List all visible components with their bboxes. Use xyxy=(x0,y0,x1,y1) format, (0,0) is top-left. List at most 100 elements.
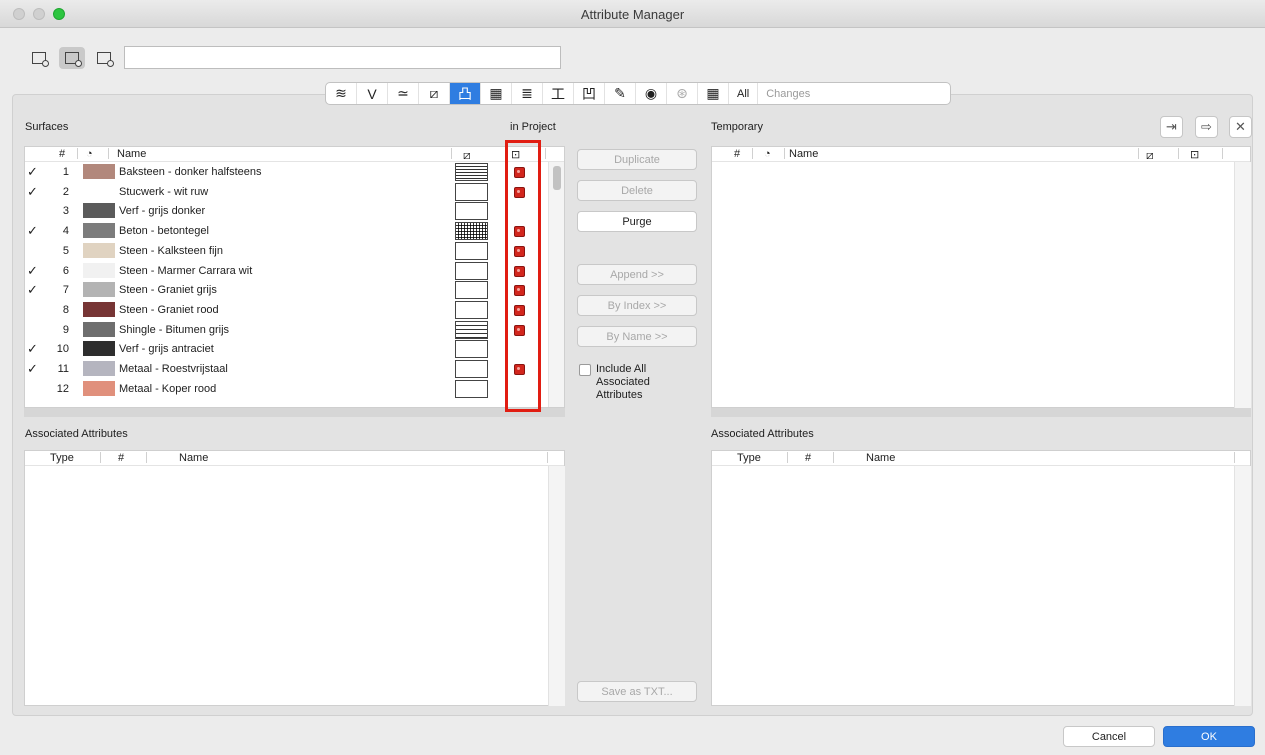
window-title: Attribute Manager xyxy=(580,7,685,22)
tab-surface[interactable]: 凸 xyxy=(450,83,481,104)
save-file-button[interactable]: ⇨ xyxy=(1195,116,1218,138)
tab-link[interactable]: ⊛ xyxy=(667,83,698,104)
single-list-view-button[interactable] xyxy=(26,47,52,69)
title-bar: Attribute Manager xyxy=(0,0,1265,28)
tab-profile[interactable]: 工 xyxy=(543,83,574,104)
assoc-name-column-header[interactable]: Name xyxy=(179,452,208,464)
delete-button[interactable]: Delete xyxy=(577,180,697,201)
table-row[interactable]: ✓ 10 Verf - grijs antraciet xyxy=(25,339,553,359)
tab-zone[interactable]: 凹 xyxy=(574,83,605,104)
row-check-mark[interactable]: ✓ xyxy=(27,361,38,377)
table-row[interactable]: ✓ 1 Baksteen - donker halfsteens xyxy=(25,162,553,182)
surfaces-list[interactable]: # ◔ Name ⧄ ⊡ ✓ 1 Baksteen - donker halfste… xyxy=(24,146,565,408)
by-index-button[interactable]: By Index >> xyxy=(577,295,697,316)
assoc-index-column-header[interactable]: # xyxy=(118,452,124,464)
temp-index-column-header[interactable]: # xyxy=(734,148,740,160)
cancel-button[interactable]: Cancel xyxy=(1063,726,1155,747)
save-as-txt-button[interactable]: Save as TXT... xyxy=(577,681,697,702)
surface-name: Steen - Graniet grijs xyxy=(119,284,217,297)
name-column-header[interactable]: Name xyxy=(117,148,146,160)
table-row[interactable]: ✓ 11 Metaal - Roestvrijstaal xyxy=(25,359,553,379)
right-associated-scrollbar[interactable] xyxy=(1234,466,1251,706)
single-view-icon xyxy=(32,52,49,67)
duplicate-button[interactable]: Duplicate xyxy=(577,149,697,170)
temp-in-project-column-icon[interactable]: ⊡ xyxy=(1190,148,1199,161)
table-row[interactable]: ✓ 2 Stucwerk - wit ruw xyxy=(25,182,553,202)
open-file-button[interactable]: ⇥ xyxy=(1160,116,1183,138)
surfaces-title: Surfaces xyxy=(25,121,69,133)
by-name-button[interactable]: By Name >> xyxy=(577,326,697,347)
row-check-mark[interactable]: ✓ xyxy=(27,223,38,239)
row-check-mark[interactable]: ✓ xyxy=(27,184,38,200)
surface-name: Metaal - Koper rood xyxy=(119,382,217,395)
surfaces-scroll-thumb[interactable] xyxy=(553,166,561,190)
dual-list-view-button[interactable] xyxy=(59,47,85,69)
right-assoc-index-column-header[interactable]: # xyxy=(805,452,811,464)
table-row[interactable]: 3 Verf - grijs donker xyxy=(25,201,553,221)
right-assoc-type-column-header[interactable]: Type xyxy=(737,452,761,464)
surfaces-horizontal-scrollbar[interactable] xyxy=(24,408,565,417)
tab-composite[interactable]: ≣ xyxy=(512,83,543,104)
surface-icon: 凸 xyxy=(458,85,472,102)
append-button[interactable]: Append >> xyxy=(577,264,697,285)
ok-button[interactable]: OK xyxy=(1163,726,1255,747)
temp-color-column-header[interactable]: ◔ xyxy=(764,148,771,160)
table-row[interactable]: ✓ 7 Steen - Graniet grijs xyxy=(25,280,553,300)
tab-building-material[interactable]: ▦ xyxy=(481,83,512,104)
tab-fill[interactable]: ⧄ xyxy=(419,83,450,104)
left-associated-header: Type # Name xyxy=(25,451,564,466)
include-all-checkbox[interactable] xyxy=(579,364,591,376)
temporary-list[interactable]: # ◔ Name ⧄ ⊡ xyxy=(711,146,1251,408)
temp-name-column-header[interactable]: Name xyxy=(789,148,818,160)
tab-line-type[interactable]: ≃ xyxy=(388,83,419,104)
surface-color-swatch xyxy=(83,203,115,219)
surface-color-swatch xyxy=(83,282,115,298)
right-associated-header: Type # Name xyxy=(712,451,1250,466)
table-row[interactable]: 5 Steen - Kalksteen fijn xyxy=(25,241,553,261)
temporary-view-button[interactable] xyxy=(91,47,117,69)
table-row[interactable]: 8 Steen - Graniet rood xyxy=(25,300,553,320)
surfaces-list-header: # ◔ Name ⧄ ⊡ xyxy=(25,147,564,162)
surface-color-swatch xyxy=(83,321,115,337)
composite-icon: ≣ xyxy=(521,85,533,101)
right-associated-list[interactable]: Type # Name xyxy=(711,450,1251,706)
row-index: 8 xyxy=(62,303,69,316)
surfaces-scrollbar[interactable] xyxy=(548,162,564,407)
purge-button[interactable]: Purge xyxy=(577,211,697,232)
search-input[interactable] xyxy=(124,46,561,69)
surface-color-swatch xyxy=(83,242,115,258)
tab-changes[interactable]: Changes xyxy=(758,83,818,104)
right-assoc-name-column-header[interactable]: Name xyxy=(866,452,895,464)
tab-mep[interactable]: ✎ xyxy=(605,83,636,104)
left-associated-scrollbar[interactable] xyxy=(548,466,565,706)
tab-pen[interactable]: V xyxy=(357,83,388,104)
surface-name: Shingle - Bitumen grijs xyxy=(119,323,230,336)
temporary-horizontal-scrollbar[interactable] xyxy=(711,408,1251,417)
temporary-title: Temporary xyxy=(711,121,763,133)
clear-temporary-button[interactable]: ✕ xyxy=(1229,116,1252,138)
table-row[interactable]: 12 Metaal - Koper rood xyxy=(25,379,553,399)
row-check-mark[interactable]: ✓ xyxy=(27,282,38,298)
tab-all[interactable]: All xyxy=(729,83,759,104)
row-check-mark[interactable]: ✓ xyxy=(27,341,38,357)
left-associated-list[interactable]: Type # Name xyxy=(24,450,565,706)
fill-pattern-preview xyxy=(455,241,488,260)
row-index: 2 xyxy=(62,185,69,198)
color-column-header[interactable]: ◔ xyxy=(86,148,93,160)
row-check-mark[interactable]: ✓ xyxy=(27,263,38,279)
surface-name: Steen - Kalksteen fijn xyxy=(119,244,223,257)
surface-color-swatch xyxy=(83,341,115,357)
tab-table[interactable]: ▦ xyxy=(698,83,729,104)
fill-pattern-preview xyxy=(455,222,488,241)
tab-layers[interactable]: ≋ xyxy=(326,83,357,104)
table-row[interactable]: 9 Shingle - Bitumen grijs xyxy=(25,320,553,340)
temporary-scrollbar[interactable] xyxy=(1234,162,1251,408)
row-check-mark[interactable]: ✓ xyxy=(27,164,38,180)
temp-fill-column-icon[interactable]: ⧄ xyxy=(1146,148,1154,163)
assoc-type-column-header[interactable]: Type xyxy=(50,452,74,464)
table-row[interactable]: ✓ 6 Steen - Marmer Carrara wit xyxy=(25,261,553,281)
fill-column-icon[interactable]: ⧄ xyxy=(463,148,471,163)
table-row[interactable]: ✓ 4 Beton - betontegel xyxy=(25,221,553,241)
tab-globe[interactable]: ◉ xyxy=(636,83,667,104)
index-column-header[interactable]: # xyxy=(59,148,65,160)
